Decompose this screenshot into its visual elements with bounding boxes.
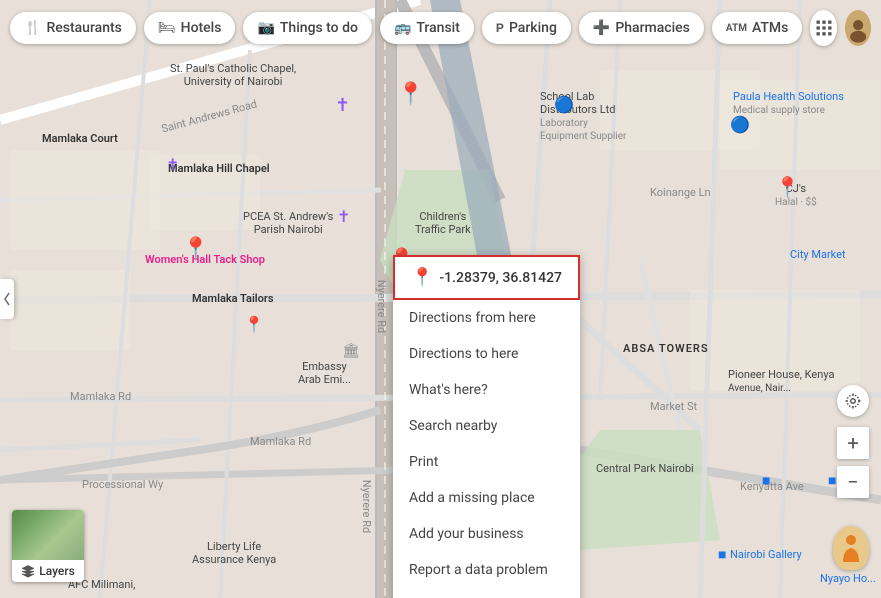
pharmacies-icon: ➕ (593, 20, 610, 36)
context-pin-icon: 📍 (411, 267, 433, 288)
context-add-missing-place[interactable]: Add a missing place (393, 480, 580, 516)
context-add-business[interactable]: Add your business (393, 516, 580, 552)
context-measure-distance[interactable]: Measure distance (393, 588, 580, 598)
user-avatar[interactable] (845, 10, 871, 46)
things-icon: 📷 (257, 20, 274, 36)
pharmacies-label: Pharmacies (615, 20, 690, 36)
layers-label: Layers (39, 564, 75, 578)
street-view-button[interactable] (833, 526, 869, 570)
nav-pill-pharmacies[interactable]: ➕ Pharmacies (579, 12, 704, 44)
things-label: Things to do (280, 20, 358, 36)
layers-thumbnail: Layers (12, 510, 84, 582)
transit-label: Transit (416, 20, 460, 36)
context-coords[interactable]: 📍 -1.28379, 36.81427 (393, 255, 580, 300)
zoom-out-button[interactable]: − (837, 466, 869, 498)
location-button[interactable] (837, 385, 869, 417)
restaurants-label: Restaurants (46, 20, 121, 36)
layers-icon (21, 564, 35, 578)
top-nav: 🍴 Restaurants 🛏 Hotels 📷 Things to do 🚌 … (10, 10, 871, 46)
nav-pill-hotels[interactable]: 🛏 Hotels (144, 12, 236, 44)
atms-icon: ATM (726, 23, 747, 34)
transit-icon: 🚌 (394, 20, 411, 36)
context-whats-here[interactable]: What's here? (393, 372, 580, 408)
hotels-label: Hotels (181, 20, 222, 36)
parking-label: Parking (509, 20, 557, 36)
context-report-problem[interactable]: Report a data problem (393, 552, 580, 588)
map-container[interactable]: St. Paul's Catholic Chapel,University of… (0, 0, 881, 598)
layers-button[interactable]: Layers (12, 510, 84, 582)
parking-icon: P (496, 21, 504, 35)
apps-button[interactable] (810, 10, 836, 46)
nav-pill-parking[interactable]: P Parking (482, 12, 571, 44)
zoom-in-button[interactable]: + (837, 427, 869, 459)
context-coordinates-text: -1.28379, 36.81427 (439, 270, 562, 286)
zoom-divider (841, 462, 865, 463)
restaurants-icon: 🍴 (24, 20, 41, 36)
nav-pill-atms[interactable]: ATM ATMs (712, 12, 802, 44)
sidebar-collapse-button[interactable] (0, 279, 14, 319)
nav-pill-restaurants[interactable]: 🍴 Restaurants (10, 12, 136, 44)
nav-pill-transit[interactable]: 🚌 Transit (380, 12, 474, 44)
atms-label: ATMs (752, 20, 788, 36)
context-directions-from[interactable]: Directions from here (393, 300, 580, 336)
context-print[interactable]: Print (393, 444, 580, 480)
context-directions-to[interactable]: Directions to here (393, 336, 580, 372)
context-menu: 📍 -1.28379, 36.81427 Directions from her… (393, 255, 580, 598)
hotels-icon: 🛏 (158, 20, 176, 36)
map-controls: + − (837, 385, 869, 498)
nav-pill-things-to-do[interactable]: 📷 Things to do (243, 12, 372, 44)
context-search-nearby[interactable]: Search nearby (393, 408, 580, 444)
